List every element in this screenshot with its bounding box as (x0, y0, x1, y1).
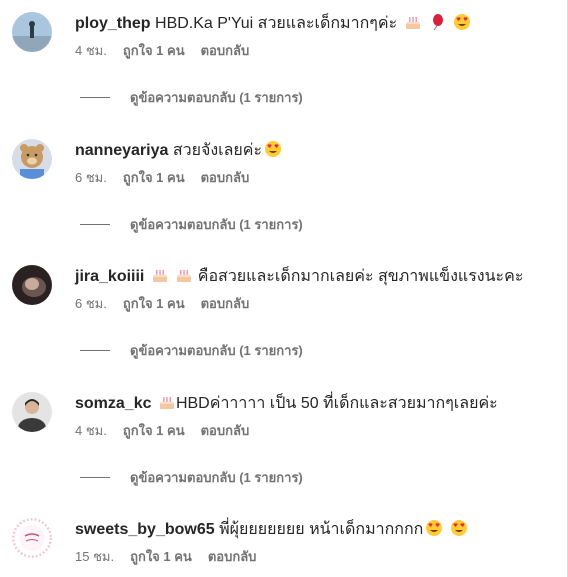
comment-meta: 6 ชม. ถูกใจ 1 คน ตอบกลับ (75, 295, 249, 313)
cake-icon (404, 13, 422, 31)
heart-eyes-icon (425, 519, 443, 537)
avatar[interactable] (12, 265, 52, 305)
comment-likes[interactable]: ถูกใจ 1 คน (130, 549, 192, 564)
comment-time[interactable]: 4 ชม. (75, 423, 107, 438)
comment-line: somza_kc HBDค่าาาาา เป็น 50 ที่เด็กและสว… (75, 392, 498, 416)
comment-likes[interactable]: ถูกใจ 1 คน (123, 296, 185, 311)
reply-button[interactable]: ตอบกลับ (201, 170, 250, 185)
comment-meta: 4 ชม. ถูกใจ 1 คน ตอบกลับ (75, 422, 249, 440)
comment-line: ploy_thep HBD.Ka P'Yui สวยและเด็กมากๆค่ะ (75, 12, 471, 36)
comment-text: HBD.Ka P'Yui สวยและเด็กมากๆค่ะ (155, 15, 398, 32)
reply-button[interactable]: ตอบกลับ (201, 296, 250, 311)
comment-username[interactable]: somza_kc (75, 395, 152, 412)
comments-panel: ploy_thep HBD.Ka P'Yui สวยและเด็กมากๆค่ะ… (0, 0, 568, 577)
divider-line (80, 223, 110, 225)
heart-eyes-icon (450, 519, 468, 537)
view-replies-button[interactable]: ดูข้อความตอบกลับ (1 รายการ) (80, 468, 303, 486)
balloon-icon (428, 13, 446, 31)
comment-line: nanneyariya สวยจังเลยค่ะ (75, 139, 282, 163)
view-replies-button[interactable]: ดูข้อความตอบกลับ (1 รายการ) (80, 88, 303, 106)
reply-button[interactable]: ตอบกลับ (201, 43, 250, 58)
comment-likes[interactable]: ถูกใจ 1 คน (123, 170, 185, 185)
comment-line: jira_koiiii คือสวยและเด็กมากเลยค่ะ สุขภา… (75, 265, 523, 289)
comment-username[interactable]: nanneyariya (75, 142, 168, 159)
comment-meta: 6 ชม. ถูกใจ 1 คน ตอบกลับ (75, 169, 249, 187)
view-replies-button[interactable]: ดูข้อความตอบกลับ (1 รายการ) (80, 341, 303, 359)
comment-text: สวยจังเลยค่ะ (172, 142, 263, 159)
avatar[interactable] (12, 139, 52, 179)
cake-icon (151, 266, 169, 284)
reply-button[interactable]: ตอบกลับ (208, 549, 257, 564)
heart-eyes-icon (264, 140, 282, 158)
comment-line: sweets_by_bow65 พี่ผุ้ยยยยยยย หน้าเด็กมา… (75, 518, 468, 542)
comment-text: HBDค่าาาาา เป็น 50 ที่เด็กและสวยมากๆเลยค… (175, 395, 498, 412)
comment-likes[interactable]: ถูกใจ 1 คน (123, 43, 185, 58)
view-replies-label: ดูข้อความตอบกลับ (1 รายการ) (130, 216, 303, 232)
comment-time[interactable]: 6 ชม. (75, 296, 107, 311)
view-replies-label: ดูข้อความตอบกลับ (1 รายการ) (130, 89, 303, 105)
view-replies-label: ดูข้อความตอบกลับ (1 รายการ) (130, 469, 303, 485)
comment-time[interactable]: 4 ชม. (75, 43, 107, 58)
cake-icon (175, 266, 193, 284)
avatar[interactable] (12, 518, 52, 558)
comment-meta: 15 ชม. ถูกใจ 1 คน ตอบกลับ (75, 548, 256, 566)
comment-meta: 4 ชม. ถูกใจ 1 คน ตอบกลับ (75, 42, 249, 60)
avatar[interactable] (12, 12, 52, 52)
view-replies-button[interactable]: ดูข้อความตอบกลับ (1 รายการ) (80, 215, 303, 233)
reply-button[interactable]: ตอบกลับ (201, 423, 250, 438)
comment-username[interactable]: sweets_by_bow65 (75, 521, 215, 538)
comment-likes[interactable]: ถูกใจ 1 คน (123, 423, 185, 438)
divider-line (80, 476, 110, 478)
comment-time[interactable]: 6 ชม. (75, 170, 107, 185)
view-replies-label: ดูข้อความตอบกลับ (1 รายการ) (130, 342, 303, 358)
comment-text: พี่ผุ้ยยยยยยย หน้าเด็กมากกกก (219, 521, 424, 538)
cake-icon (158, 393, 176, 411)
comment-username[interactable]: jira_koiiii (75, 268, 144, 285)
divider-line (80, 349, 110, 351)
avatar[interactable] (12, 392, 52, 432)
comment-text: คือสวยและเด็กมากเลยค่ะ สุขภาพแข็งแรงนะคะ (197, 268, 524, 285)
heart-eyes-icon (453, 13, 471, 31)
comment-username[interactable]: ploy_thep (75, 15, 151, 32)
divider-line (80, 96, 110, 98)
comment-time[interactable]: 15 ชม. (75, 549, 114, 564)
